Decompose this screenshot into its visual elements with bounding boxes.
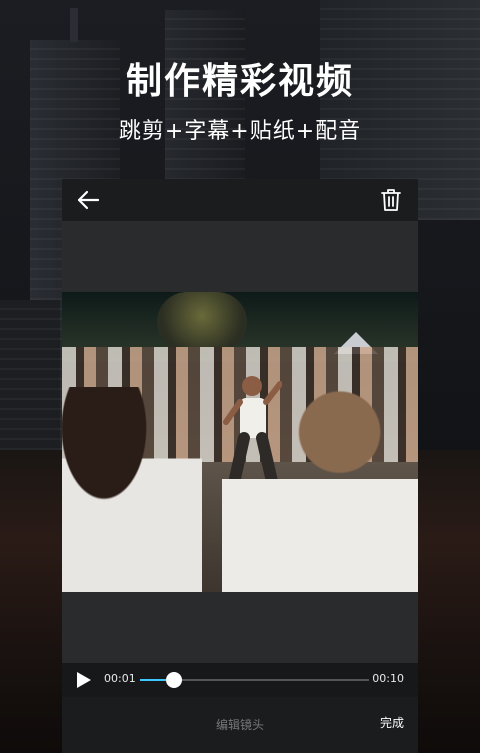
editor-top-bar [62, 179, 418, 221]
done-button[interactable]: 完成 [380, 714, 404, 731]
promo-subline: 跳剪+字幕+贴纸+配音 [118, 119, 362, 144]
foreground-girl [62, 387, 202, 592]
video-editor-panel: 00:01 00:10 编辑镜头 完成 [62, 179, 418, 753]
edit-clip-label: 编辑镜头 [215, 718, 264, 732]
video-preview-frame[interactable] [62, 292, 418, 592]
progress-slider[interactable] [140, 672, 369, 688]
play-icon[interactable] [76, 671, 92, 689]
foreground-man-in-hat [222, 387, 418, 592]
arrow-left-icon[interactable] [76, 189, 100, 211]
current-time: 00:01 [104, 672, 136, 685]
progress-thumb[interactable] [166, 672, 183, 688]
trash-icon[interactable] [380, 188, 402, 212]
editor-bottom-bar: 编辑镜头 完成 [62, 697, 418, 753]
player-bar: 00:01 00:10 [62, 663, 418, 697]
total-time: 00:10 [372, 672, 404, 685]
preview-canvas [62, 221, 418, 663]
promo-headline: 制作精彩视频 [125, 61, 354, 102]
